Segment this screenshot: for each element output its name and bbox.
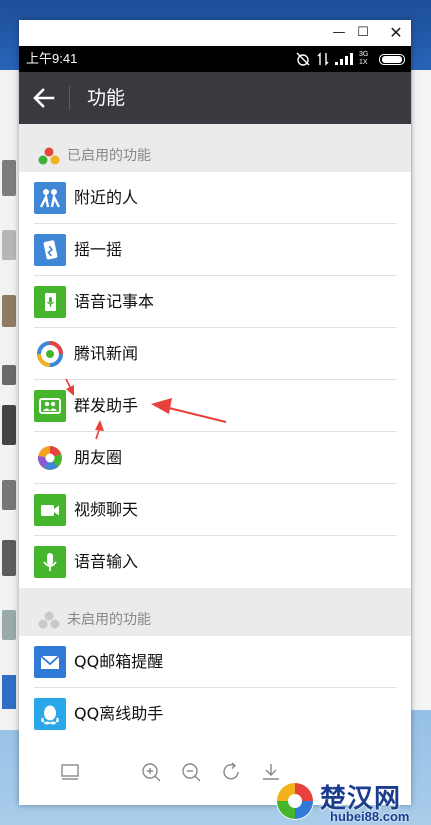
- close-button[interactable]: ✕: [385, 22, 407, 44]
- section-header-enabled: 已启用的功能: [19, 124, 411, 172]
- background-window-right: [411, 70, 431, 710]
- app-bar: 功能: [19, 72, 411, 124]
- background-thumbnail: [2, 480, 16, 510]
- status-icons: 3G 1X: [295, 46, 405, 72]
- voice-notepad-icon: [34, 286, 66, 318]
- network-type: 3G 1X: [359, 51, 369, 66]
- watermark-url: hubei88.com: [330, 809, 410, 824]
- page-title: 功能: [87, 87, 126, 109]
- window-titlebar: — ☐ ✕: [19, 20, 411, 46]
- shake-icon: [34, 234, 66, 266]
- tencent-news-icon: [34, 338, 66, 370]
- feature-item-people-nearby[interactable]: 附近的人: [19, 172, 411, 224]
- background-thumbnail: [2, 230, 16, 260]
- site-watermark: 楚汉网 hubei88.com: [272, 778, 431, 825]
- feature-label: 语音输入: [74, 552, 139, 571]
- feature-label: 语音记事本: [74, 292, 155, 311]
- feature-label: 附近的人: [74, 188, 139, 207]
- status-bar: 上午9:41 3G 1X: [19, 46, 411, 72]
- alarm-off-icon: [296, 52, 310, 66]
- screen-icon[interactable]: [59, 761, 81, 783]
- feature-label: QQ离线助手: [74, 704, 164, 723]
- zoom-out-icon[interactable]: [180, 761, 202, 783]
- feature-item-voice-input[interactable]: 语音输入: [19, 536, 411, 588]
- app-bar-divider: [69, 86, 70, 110]
- feature-item-shake[interactable]: 摇一摇: [19, 224, 411, 276]
- disabled-dots-icon: [38, 611, 60, 629]
- disabled-feature-list: QQ邮箱提醒 QQ离线助手: [19, 636, 411, 740]
- zoom-in-icon[interactable]: [140, 761, 162, 783]
- feature-item-moments[interactable]: 朋友圈: [19, 432, 411, 484]
- moments-icon: [34, 442, 66, 474]
- background-thumbnail: [2, 405, 16, 445]
- feature-item-qq-mail[interactable]: QQ邮箱提醒: [19, 636, 411, 688]
- section-header-label: 未启用的功能: [67, 612, 151, 628]
- video-chat-icon: [34, 494, 66, 526]
- feature-item-broadcast-assistant[interactable]: 群发助手: [19, 380, 411, 432]
- feature-label: 朋友圈: [74, 448, 123, 467]
- feature-label: QQ邮箱提醒: [74, 652, 164, 671]
- rotate-icon[interactable]: [220, 761, 242, 783]
- background-thumbnail: [2, 295, 16, 327]
- qq-mail-icon: [34, 646, 66, 678]
- phone-screen: 上午9:41 3G 1X 功能 已启用的功能 附近的人 摇一摇 语音记事本 腾讯…: [19, 46, 411, 740]
- people-nearby-icon: [34, 182, 66, 214]
- maximize-button[interactable]: ☐: [352, 22, 374, 44]
- emulator-window: — ☐ ✕ 上午9:41 3G 1X 功能 已启用的功能 附近的人 摇一摇 语音…: [19, 20, 411, 805]
- background-thumbnail: [2, 160, 16, 196]
- back-arrow-icon[interactable]: [33, 88, 55, 108]
- status-time: 上午9:41: [26, 51, 78, 66]
- feature-label: 摇一摇: [74, 240, 123, 259]
- battery-icon: [379, 53, 405, 65]
- data-transfer-icon: [317, 52, 329, 66]
- background-thumbnail: [2, 610, 16, 640]
- section-header-disabled: 未启用的功能: [19, 588, 411, 636]
- section-header-label: 已启用的功能: [67, 148, 151, 164]
- background-window-left: [0, 70, 21, 730]
- background-thumbnail: [2, 540, 16, 576]
- background-thumbnail: [2, 365, 16, 385]
- feature-item-tencent-news[interactable]: 腾讯新闻: [19, 328, 411, 380]
- broadcast-icon: [34, 390, 66, 422]
- feature-item-video-chat[interactable]: 视频聊天: [19, 484, 411, 536]
- minimize-button[interactable]: —: [328, 22, 350, 44]
- enabled-feature-list: 附近的人 摇一摇 语音记事本 腾讯新闻 群发助手 朋友圈 视频聊天 语音输入: [19, 172, 411, 588]
- feature-label: 腾讯新闻: [74, 344, 139, 363]
- background-blue-block: [2, 675, 16, 709]
- signal-icon: [335, 53, 353, 65]
- watermark-logo-icon: [276, 782, 314, 820]
- feature-item-voice-notepad[interactable]: 语音记事本: [19, 276, 411, 328]
- feature-item-qq-offline[interactable]: QQ离线助手: [19, 688, 411, 740]
- enabled-dots-icon: [38, 147, 60, 165]
- feature-label: 群发助手: [74, 396, 139, 415]
- voice-input-icon: [34, 546, 66, 578]
- feature-label: 视频聊天: [74, 500, 139, 519]
- qq-offline-icon: [34, 698, 66, 730]
